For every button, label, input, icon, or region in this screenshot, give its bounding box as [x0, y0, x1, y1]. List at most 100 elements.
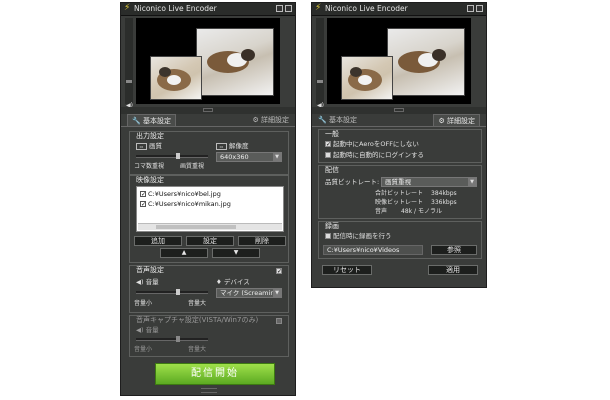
apply-button[interactable]: 適用: [428, 265, 478, 275]
app-logo-icon: ⚡: [124, 3, 131, 13]
quality-priority-label: 画質重視: [180, 163, 205, 170]
capture-volume-high-label: 音量大: [188, 346, 207, 353]
video-source-list[interactable]: ✓ C:¥Users¥nico¥bel.jpg ✓ C:¥Users¥nico¥mi…: [136, 186, 284, 232]
window-title: Niconico Live Encoder: [134, 4, 217, 13]
restore-icon[interactable]: [467, 5, 474, 12]
tab-label: 基本設定: [142, 117, 171, 125]
capture-volume-slider[interactable]: [136, 336, 208, 342]
slider-thumb[interactable]: [317, 80, 323, 83]
wrench-icon: 🔧: [132, 117, 141, 125]
tab-bar: 🔧 基本設定 ⚙ 詳細設定: [121, 114, 295, 126]
audio-enable-checkbox[interactable]: ✓: [276, 268, 282, 275]
broadcast-group: 配信 品質ビットレート: 画質重視 ▼ 合計ビットレート 384kbps 映像ビ…: [318, 165, 482, 219]
app-logo-icon: ⚡: [315, 3, 322, 13]
audio-label: 音声: [375, 208, 388, 215]
restore-icon[interactable]: [276, 5, 283, 12]
wrench-icon: 🔧: [318, 116, 327, 124]
output-settings-title: 出力設定: [136, 132, 164, 140]
auto-login-checkbox[interactable]: [325, 152, 331, 158]
move-down-button[interactable]: ▼: [212, 248, 260, 258]
device-select[interactable]: マイク (Screaming ▼: [216, 288, 282, 298]
chevron-down-icon[interactable]: ▼: [273, 153, 281, 161]
slider-thumb[interactable]: [176, 289, 180, 295]
quality-slider[interactable]: [136, 153, 208, 159]
window-title: Niconico Live Encoder: [325, 4, 408, 13]
move-up-button[interactable]: ▲: [160, 248, 208, 258]
quality-bitrate-value: 画質重視: [385, 178, 411, 186]
settings-button[interactable]: 設定: [186, 236, 234, 246]
browse-button[interactable]: 参照: [431, 245, 477, 255]
speaker-icon: ◀): [136, 326, 144, 334]
resolution-icon: ▭: [216, 142, 227, 150]
gears-icon: ⚙: [252, 116, 259, 124]
total-bitrate-label: 合計ビットレート: [375, 190, 424, 197]
preview-image-large[interactable]: [196, 28, 274, 96]
recording-path-field[interactable]: C:¥Users¥nico¥Videos: [323, 245, 423, 255]
tab-detail-settings[interactable]: ⚙ 詳細設定: [252, 114, 289, 126]
quality-bitrate-select[interactable]: 画質重視 ▼: [381, 177, 477, 187]
scroll-thumb[interactable]: [156, 225, 236, 229]
frame-priority-label: コマ数重視: [134, 163, 165, 170]
close-icon[interactable]: [476, 5, 483, 12]
broadcast-title: 配信: [325, 166, 339, 174]
general-title: 一般: [325, 130, 339, 138]
preview-area: [136, 18, 280, 104]
device-label: ♦ デバイス: [216, 278, 250, 286]
record-during-option[interactable]: 配信時に録画を行う: [325, 232, 392, 240]
device-value: マイク (Screaming: [220, 289, 279, 297]
checkbox[interactable]: ✓: [140, 191, 146, 198]
preview-area: [327, 18, 471, 104]
splitter-grip-icon[interactable]: [203, 108, 213, 112]
preview-image-large[interactable]: [387, 28, 465, 96]
aero-off-checkbox[interactable]: ✓: [325, 141, 331, 148]
preview-image-small[interactable]: [150, 56, 202, 100]
tab-bar: 🔧 基本設定 ⚙ 詳細設定: [312, 114, 486, 126]
checkbox[interactable]: ✓: [140, 201, 146, 208]
volume-label: ◀) 音量: [136, 278, 159, 286]
volume-low-label: 音量小: [134, 300, 153, 307]
chevron-down-icon[interactable]: ▼: [468, 178, 476, 186]
tab-basic-settings[interactable]: 🔧 基本設定: [318, 114, 357, 126]
resolution-value: 640x360: [220, 153, 249, 161]
start-broadcast-button[interactable]: 配信開始: [155, 363, 275, 385]
resize-grip-icon[interactable]: [201, 388, 217, 393]
tab-detail-settings[interactable]: ⚙ 詳細設定: [433, 114, 480, 126]
slider-thumb[interactable]: [176, 153, 180, 159]
title-bar: ⚡ Niconico Live Encoder: [121, 3, 295, 16]
capture-volume-low-label: 音量小: [134, 346, 153, 353]
audio-value: 48k / モノラル: [401, 208, 442, 215]
delete-button[interactable]: 削除: [238, 236, 286, 246]
capture-volume-label: ◀) 音量: [136, 326, 159, 334]
volume-slider[interactable]: [136, 289, 208, 295]
list-item[interactable]: ✓ C:¥Users¥nico¥mikan.jpg: [140, 200, 231, 208]
slider-thumb[interactable]: [176, 336, 180, 342]
splitter[interactable]: [121, 107, 295, 114]
speaker-icon: ◀): [136, 278, 144, 286]
volume-vertical-slider[interactable]: [125, 18, 133, 104]
horizontal-scrollbar[interactable]: [138, 223, 282, 230]
list-item[interactable]: ✓ C:¥Users¥nico¥bel.jpg: [140, 190, 221, 198]
reset-button[interactable]: リセット: [322, 265, 372, 275]
aero-off-option[interactable]: ✓ 起動中にAeroをOFFにしない: [325, 140, 419, 148]
splitter[interactable]: [312, 107, 486, 114]
close-icon[interactable]: [285, 5, 292, 12]
audio-settings-group: 音声設定 ✓ ◀) 音量 ♦ デバイス マイク (Screaming ▼ 音量小…: [129, 265, 289, 313]
auto-login-option[interactable]: 起動時に自動的にログインする: [325, 151, 424, 159]
preview-image-small[interactable]: [341, 56, 393, 100]
slider-thumb[interactable]: [126, 80, 132, 83]
record-during-checkbox[interactable]: [325, 233, 331, 239]
capture-enable-checkbox[interactable]: [276, 318, 282, 324]
tab-label: 詳細設定: [261, 116, 289, 124]
title-bar: ⚡ Niconico Live Encoder: [312, 3, 486, 16]
splitter-grip-icon[interactable]: [394, 108, 404, 112]
resolution-select[interactable]: 640x360 ▼: [216, 152, 282, 162]
tab-basic-settings[interactable]: 🔧 基本設定: [127, 114, 176, 126]
volume-vertical-slider[interactable]: [316, 18, 324, 104]
microphone-icon: ♦: [216, 278, 222, 286]
add-button[interactable]: 追加: [134, 236, 182, 246]
chevron-down-icon[interactable]: ▼: [273, 289, 281, 297]
general-group: 一般 ✓ 起動中にAeroをOFFにしない 起動時に自動的にログインする: [318, 129, 482, 163]
tab-label: 基本設定: [328, 116, 357, 124]
quality-icon: ▭: [136, 142, 147, 150]
audio-capture-title: 音声キャプチャ設定(VISTA/Win7のみ): [136, 316, 259, 324]
